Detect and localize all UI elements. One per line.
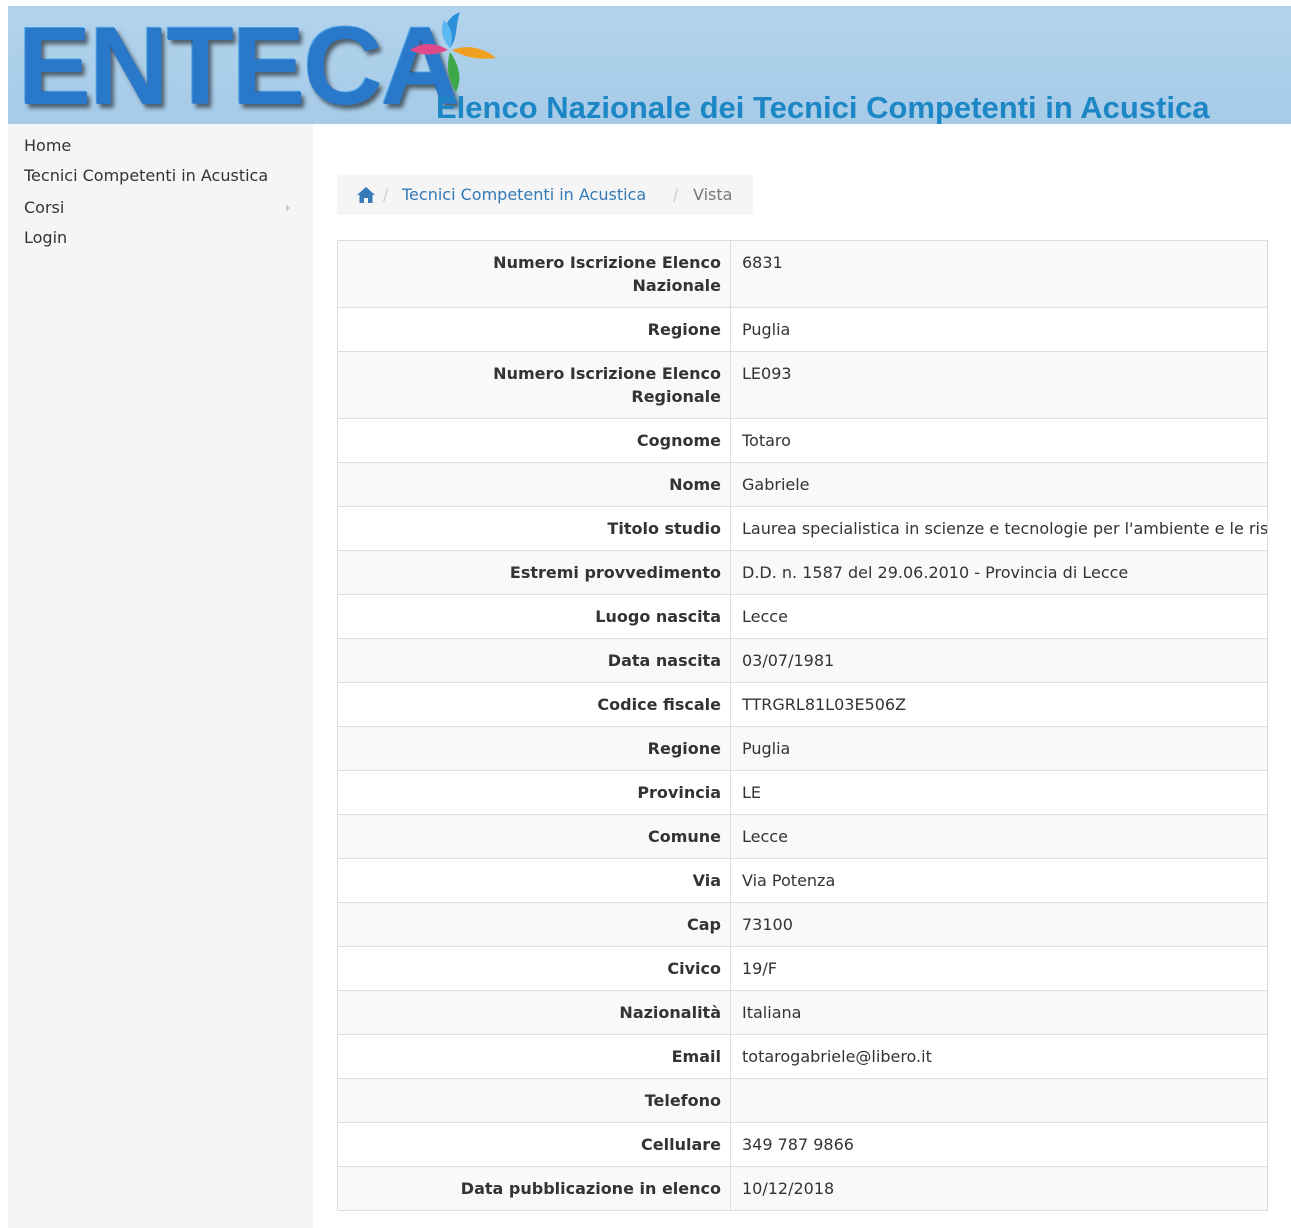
table-row: Estremi provvedimento D.D. n. 1587 del 29… [337, 550, 1268, 595]
field-value: 73100 [730, 902, 1268, 947]
field-value: 10/12/2018 [730, 1166, 1268, 1211]
table-row: Numero Iscrizione Elenco Regionale LE093 [337, 351, 1268, 419]
field-label: Luogo nascita [337, 594, 731, 639]
table-row: Via Via Potenza [337, 858, 1268, 903]
table-row: Email totarogabriele@libero.it [337, 1034, 1268, 1079]
home-icon[interactable] [357, 187, 375, 207]
table-row: Titolo studio Laurea specialistica in sci… [337, 506, 1268, 551]
sidebar-item-login[interactable]: Login [24, 228, 67, 248]
field-label: Numero Iscrizione Elenco Nazionale [337, 240, 731, 308]
sidebar-item-tecnici[interactable]: Tecnici Competenti in Acustica [24, 166, 268, 186]
field-value [730, 1078, 1268, 1123]
field-label: Numero Iscrizione Elenco Regionale [337, 351, 731, 419]
field-value: Via Potenza [730, 858, 1268, 903]
site-subtitle: Elenco Nazionale dei Tecnici Competenti … [436, 90, 1210, 124]
field-label: Cognome [337, 418, 731, 463]
field-label: Regione [337, 726, 731, 771]
field-value: 03/07/1981 [730, 638, 1268, 683]
table-row: Telefono [337, 1078, 1268, 1123]
enteca-logo-text: ENTECA [18, 6, 460, 124]
field-value: TTRGRL81L03E506Z [730, 682, 1268, 727]
table-row: Comune Lecce [337, 814, 1268, 859]
field-label: Civico [337, 946, 731, 991]
field-label: Regione [337, 307, 731, 352]
field-value: LE093 [730, 351, 1268, 419]
field-label: Cap [337, 902, 731, 947]
detail-table: Numero Iscrizione Elenco Nazionale 6831 Re… [337, 240, 1268, 1211]
field-value: Puglia [730, 726, 1268, 771]
table-row: Codice fiscale TTRGRL81L03E506Z [337, 682, 1268, 727]
sidebar-item-home[interactable]: Home [24, 136, 71, 156]
field-label: Titolo studio [337, 506, 731, 551]
table-row: Cellulare 349 787 9866 [337, 1122, 1268, 1167]
field-value: Puglia [730, 307, 1268, 352]
sidebar-item-corsi[interactable]: Corsi [24, 198, 64, 218]
breadcrumb-separator: / [383, 185, 389, 204]
field-value: Totaro [730, 418, 1268, 463]
field-label: Codice fiscale [337, 682, 731, 727]
breadcrumb-link-tecnici[interactable]: Tecnici Competenti in Acustica [402, 185, 646, 204]
sidebar: Home Tecnici Competenti in Acustica Cors… [8, 124, 313, 1228]
table-row: Cognome Totaro [337, 418, 1268, 463]
field-value: Italiana [730, 990, 1268, 1035]
table-row: Provincia LE [337, 770, 1268, 815]
table-row: Regione Puglia [337, 726, 1268, 771]
table-row: Regione Puglia [337, 307, 1268, 352]
field-value: 349 787 9866 [730, 1122, 1268, 1167]
table-row: Data nascita 03/07/1981 [337, 638, 1268, 683]
field-label: Nazionalità [337, 990, 731, 1035]
table-row: Nome Gabriele [337, 462, 1268, 507]
field-label: Data pubblicazione in elenco [337, 1166, 731, 1211]
field-value: totarogabriele@libero.it [730, 1034, 1268, 1079]
field-value: Gabriele [730, 462, 1268, 507]
table-row: Cap 73100 [337, 902, 1268, 947]
breadcrumb-separator: / [673, 185, 679, 204]
table-row: Numero Iscrizione Elenco Nazionale 6831 [337, 240, 1268, 308]
table-row: Data pubblicazione in elenco 10/12/2018 [337, 1166, 1268, 1211]
field-label: Comune [337, 814, 731, 859]
site-header: ENTECA Elenco Nazionale dei Tecnici Comp… [8, 6, 1291, 124]
table-row: Nazionalità Italiana [337, 990, 1268, 1035]
field-label: Cellulare [337, 1122, 731, 1167]
field-value: Lecce [730, 594, 1268, 639]
field-label: Estremi provvedimento [337, 550, 731, 595]
breadcrumb-current: Vista [693, 185, 733, 204]
field-label: Nome [337, 462, 731, 507]
field-value: D.D. n. 1587 del 29.06.2010 - Provincia … [730, 550, 1268, 595]
field-value: LE [730, 770, 1268, 815]
field-label: Provincia [337, 770, 731, 815]
field-value: Laurea specialistica in scienze e tecnol… [730, 506, 1268, 551]
table-row: Luogo nascita Lecce [337, 594, 1268, 639]
field-label: Data nascita [337, 638, 731, 683]
submenu-caret-icon [286, 204, 290, 212]
field-label: Telefono [337, 1078, 731, 1123]
field-label: Via [337, 858, 731, 903]
field-value: Lecce [730, 814, 1268, 859]
field-value: 19/F [730, 946, 1268, 991]
table-row: Civico 19/F [337, 946, 1268, 991]
field-label: Email [337, 1034, 731, 1079]
breadcrumb: / Tecnici Competenti in Acustica / Vista [337, 175, 753, 215]
field-value: 6831 [730, 240, 1268, 308]
star-logo-icon [410, 12, 496, 92]
